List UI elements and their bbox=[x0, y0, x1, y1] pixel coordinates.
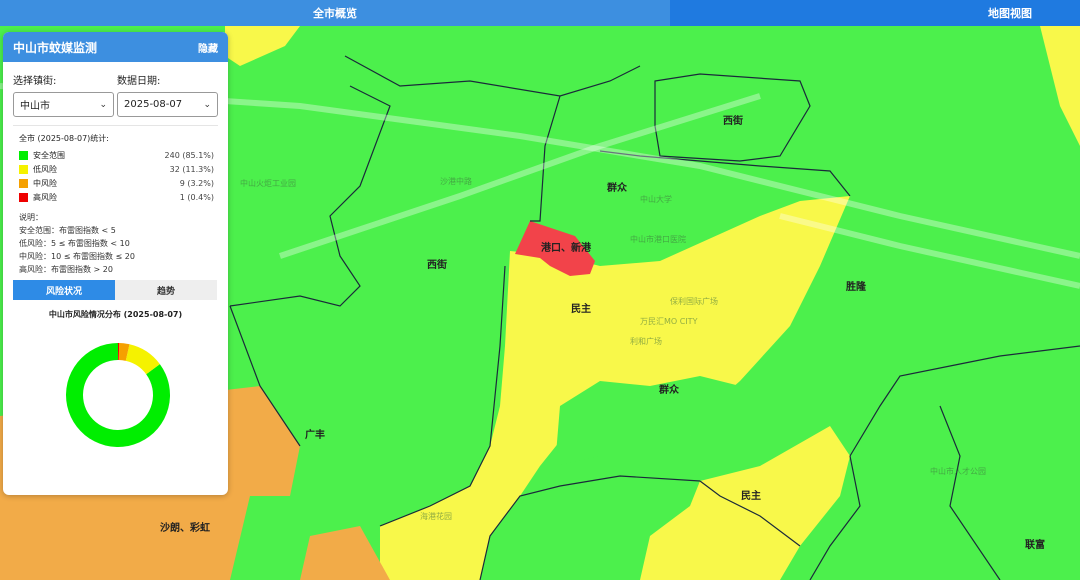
legend-swatch-safe bbox=[19, 150, 28, 160]
stat-value: 9 (3.2%) bbox=[179, 178, 214, 188]
divider bbox=[13, 125, 218, 126]
legend-swatch-mid bbox=[19, 178, 28, 188]
street-select-value: 中山市 bbox=[20, 101, 50, 112]
poi-label: 中山市港口医院 bbox=[630, 235, 686, 244]
stat-name: 高风险 bbox=[33, 192, 57, 202]
date-select-value: 2025-08-07 bbox=[124, 99, 183, 110]
donut-chart-svg bbox=[65, 343, 170, 447]
poi-label: 海港花园 bbox=[420, 512, 452, 521]
poi-label: 利和广场 bbox=[630, 337, 662, 346]
sub-tabs: 风险状况 趋势 bbox=[13, 280, 218, 300]
street-select-label: 选择镇街: bbox=[13, 76, 57, 87]
district-label-gangkou-xingang: 港口、新港 bbox=[541, 243, 591, 254]
tab-map-view[interactable]: 地图视图 bbox=[670, 0, 1080, 26]
street-selector-group: 选择镇街: 中山市 ⌄ bbox=[13, 72, 114, 117]
district-label-qunzhong-south: 群众 bbox=[659, 385, 679, 396]
stat-value: 240 (85.1%) bbox=[164, 150, 214, 160]
poi-label: 保利国际广场 bbox=[670, 297, 718, 306]
stat-row-low: 低风险 32 (11.3%) bbox=[19, 162, 214, 176]
district-label-xijie-west: 西街 bbox=[427, 260, 447, 271]
selector-row: 选择镇街: 中山市 ⌄ 数据日期: 2025-08-07 ⌄ bbox=[3, 62, 228, 117]
chart-title: 中山市风险情况分布 (2025-08-07) bbox=[48, 310, 183, 319]
poi-label: 沙港中路 bbox=[440, 177, 472, 186]
tab-trend[interactable]: 趋势 bbox=[115, 280, 217, 300]
notes-section: 说明： 安全范围：布雷图指数 < 5 低风险：5 ≤ 布雷图指数 < 10 中风… bbox=[19, 211, 228, 276]
notes-title: 说明： bbox=[19, 213, 43, 222]
donut-chart bbox=[63, 340, 173, 454]
top-nav-bar: 全市概览 地图视图 bbox=[0, 0, 1080, 26]
stat-name: 安全范围 bbox=[33, 150, 65, 160]
tab-risk-status[interactable]: 风险状况 bbox=[13, 280, 115, 300]
district-label-xijie-north: 西街 bbox=[723, 116, 743, 127]
date-select-label: 数据日期: bbox=[117, 76, 161, 87]
stats-list: 安全范围 240 (85.1%) 低风险 32 (11.3%) 中风险 9 (3… bbox=[3, 148, 228, 204]
date-selector-group: 数据日期: 2025-08-07 ⌄ bbox=[117, 72, 218, 117]
note-line: 低风险：5 ≤ 布雷图指数 < 10 bbox=[19, 239, 130, 248]
tab-map-view-label: 地图视图 bbox=[988, 7, 1032, 20]
district-label-qunzhong-north: 群众 bbox=[607, 183, 627, 194]
poi-label: 中山大学 bbox=[640, 195, 672, 204]
district-label-minzhu-south: 民主 bbox=[741, 491, 761, 502]
poi-label: 万民汇MO CITY bbox=[640, 317, 698, 326]
district-label-guangfeng: 广丰 bbox=[305, 430, 325, 441]
stat-row-mid: 中风险 9 (3.2%) bbox=[19, 176, 214, 190]
legend-swatch-high bbox=[19, 192, 28, 202]
panel-title: 中山市蚊媒监测 bbox=[13, 40, 98, 55]
chevron-down-icon: ⌄ bbox=[99, 99, 107, 110]
chevron-down-icon: ⌄ bbox=[203, 99, 211, 110]
district-label-minzhu-central: 民主 bbox=[571, 304, 591, 315]
date-select[interactable]: 2025-08-07 ⌄ bbox=[117, 92, 218, 117]
poi-label: 中山火炬工业园 bbox=[240, 179, 296, 188]
poi-label: 中山市人才公园 bbox=[930, 467, 986, 476]
note-line: 高风险：布雷图指数 > 20 bbox=[19, 265, 113, 274]
hide-panel-button[interactable]: 隐藏 bbox=[198, 40, 218, 55]
panel-header: 中山市蚊媒监测 隐藏 bbox=[3, 32, 228, 62]
district-label-lianfu: 联富 bbox=[1025, 540, 1045, 551]
note-line: 中风险：10 ≤ 布雷图指数 ≤ 20 bbox=[19, 252, 135, 261]
stat-row-safe: 安全范围 240 (85.1%) bbox=[19, 148, 214, 162]
control-panel: 中山市蚊媒监测 隐藏 选择镇街: 中山市 ⌄ 数据日期: 2025-08-07 … bbox=[3, 32, 228, 495]
note-line: 安全范围：布雷图指数 < 5 bbox=[19, 226, 116, 235]
stats-title: 全市 (2025-08-07)统计: bbox=[19, 134, 109, 143]
stat-value: 1 (0.4%) bbox=[179, 192, 214, 202]
stat-name: 低风险 bbox=[33, 164, 57, 174]
district-label-shalang-caihong: 沙朗、彩虹 bbox=[160, 523, 210, 534]
tab-overview[interactable]: 全市概览 bbox=[0, 0, 670, 26]
street-select[interactable]: 中山市 ⌄ bbox=[13, 92, 114, 117]
legend-swatch-low bbox=[19, 164, 28, 174]
stat-value: 32 (11.3%) bbox=[169, 164, 214, 174]
stat-name: 中风险 bbox=[33, 178, 57, 188]
district-label-shenglong: 胜隆 bbox=[846, 282, 866, 293]
stat-row-high: 高风险 1 (0.4%) bbox=[19, 190, 214, 204]
